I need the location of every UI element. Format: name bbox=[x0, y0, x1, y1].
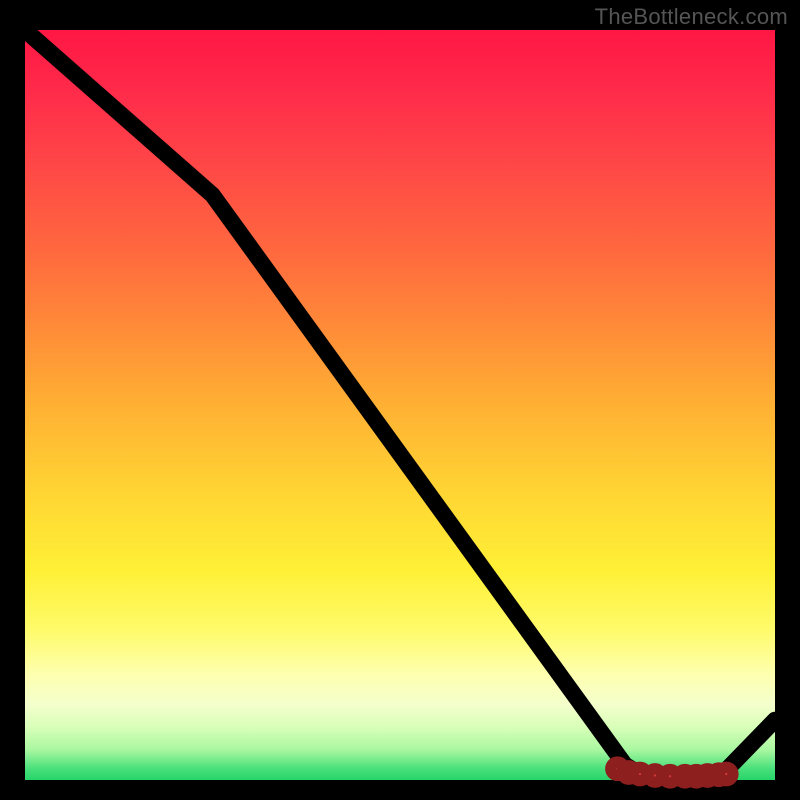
marker-group bbox=[611, 762, 733, 783]
marker-point bbox=[720, 767, 734, 781]
chart-frame: TheBottleneck.com bbox=[0, 0, 800, 800]
curve-line bbox=[25, 30, 775, 776]
chart-svg bbox=[25, 30, 775, 780]
watermark-text: TheBottleneck.com bbox=[595, 4, 788, 30]
plot-area bbox=[25, 30, 775, 780]
